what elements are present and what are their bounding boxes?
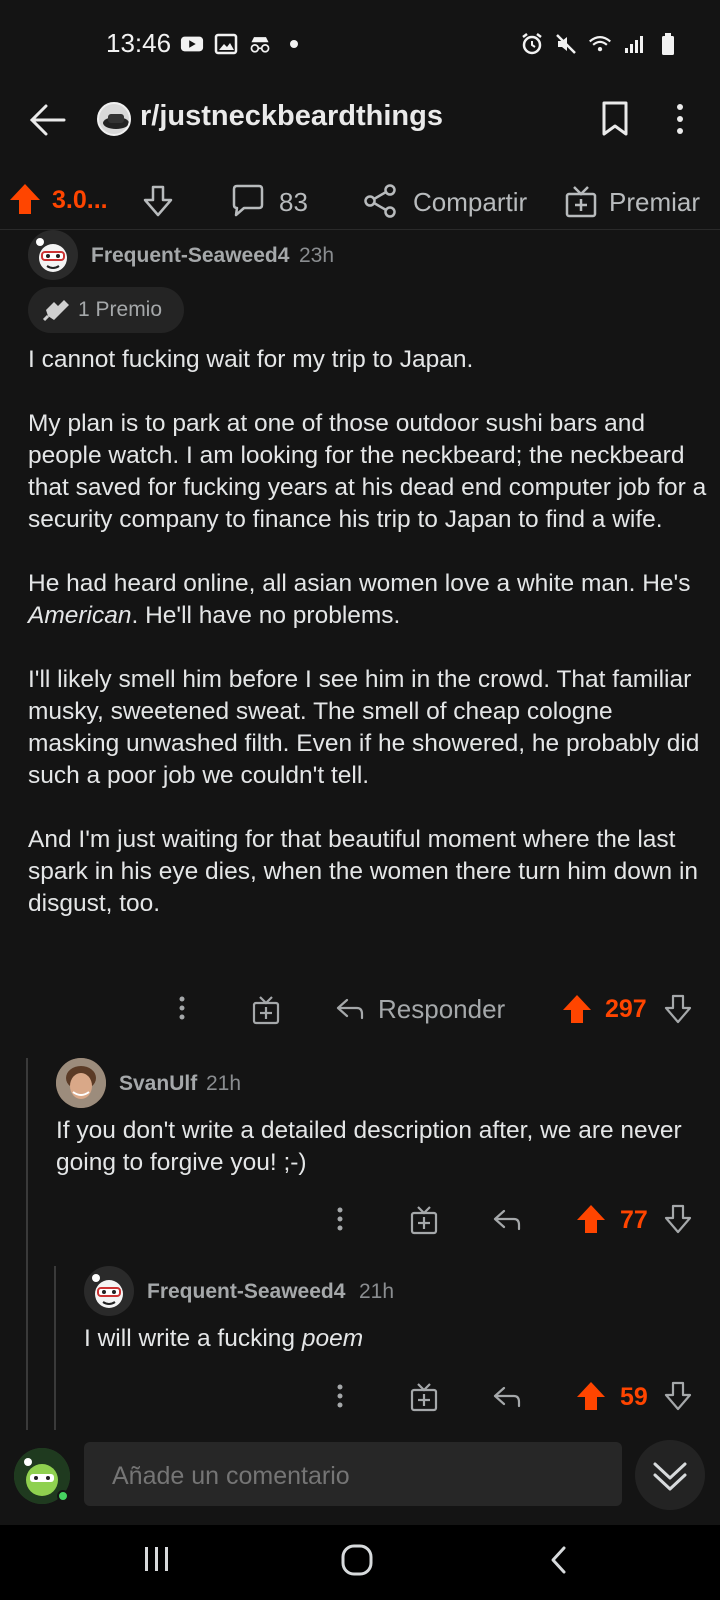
- subreddit-avatar[interactable]: [97, 102, 131, 136]
- status-icons-right: [520, 32, 680, 56]
- award-icon[interactable]: [564, 183, 598, 219]
- downvote-icon[interactable]: [664, 1204, 692, 1234]
- gift-award-icon[interactable]: [409, 1381, 439, 1413]
- helpful-award-icon: [42, 296, 72, 324]
- comment-more-icon[interactable]: [330, 1205, 350, 1235]
- share-button[interactable]: Compartir: [413, 187, 527, 218]
- avatar[interactable]: [56, 1058, 106, 1108]
- post-score: 3.0...: [52, 186, 108, 214]
- comment-score: 59: [620, 1383, 648, 1411]
- paragraph: He had heard online, all asian women lov…: [28, 568, 708, 632]
- comment-time: 21h: [206, 1072, 242, 1095]
- recents-button[interactable]: [140, 1544, 174, 1574]
- system-back-button[interactable]: [548, 1544, 570, 1576]
- alarm-icon: [520, 32, 544, 56]
- thread-line: [54, 1266, 56, 1430]
- subreddit-name[interactable]: r/justneckbeardthings: [140, 100, 443, 133]
- upvote-icon[interactable]: [575, 1203, 607, 1235]
- downvote-icon[interactable]: [664, 1381, 692, 1411]
- downvote-icon[interactable]: [664, 994, 692, 1024]
- comment-time: 23h: [299, 244, 335, 267]
- comment-author[interactable]: Frequent-Seaweed4: [147, 1280, 345, 1304]
- gift-award-icon[interactable]: [251, 994, 281, 1026]
- comment-body: I will write a fucking poem: [84, 1323, 704, 1355]
- jump-to-next-button[interactable]: [635, 1440, 705, 1510]
- award-button[interactable]: Premiar: [609, 187, 700, 218]
- comment-body: If you don't write a detailed descriptio…: [56, 1115, 706, 1179]
- text-span: I will write a fucking: [84, 1325, 302, 1352]
- reply-icon[interactable]: [335, 996, 365, 1022]
- comment-more-icon[interactable]: [172, 994, 192, 1024]
- chevron-left-icon: [551, 1546, 566, 1574]
- wifi-icon: [588, 32, 612, 56]
- back-button[interactable]: [26, 100, 70, 140]
- thread-line: [26, 1058, 28, 1430]
- gift-award-icon[interactable]: [409, 1204, 439, 1236]
- upvote-icon[interactable]: [8, 182, 42, 216]
- recents-icon: [145, 1547, 168, 1571]
- reply-button[interactable]: Responder: [378, 994, 505, 1025]
- image-icon: [214, 32, 238, 56]
- paragraph: I cannot fucking wait for my trip to Jap…: [28, 346, 474, 373]
- home-button[interactable]: [340, 1543, 374, 1577]
- paragraph: My plan is to park at one of those outdo…: [28, 410, 707, 533]
- youtube-icon: [180, 32, 204, 56]
- paragraph: I'll likely smell him before I see him i…: [28, 666, 700, 789]
- status-bar: 13:46: [0, 0, 720, 90]
- award-count: 1 Premio: [78, 298, 163, 321]
- status-time: 13:46: [106, 28, 172, 58]
- comment-more-icon[interactable]: [330, 1382, 350, 1412]
- paragraph: I will write a fucking poem: [84, 1323, 704, 1355]
- comment-author[interactable]: Frequent-Seaweed4: [91, 244, 289, 268]
- comment-icon[interactable]: [230, 183, 266, 219]
- reply-icon[interactable]: [492, 1384, 522, 1410]
- incognito-icon: [248, 32, 272, 56]
- signal-icon: [622, 32, 646, 56]
- comment-score: 297: [605, 995, 647, 1023]
- back-arrow-icon: [29, 104, 66, 136]
- downvote-icon[interactable]: [142, 184, 174, 218]
- home-icon: [341, 1544, 373, 1576]
- comment-time: 21h: [359, 1280, 395, 1303]
- text-span: He had heard online, all asian women lov…: [28, 570, 691, 597]
- avatar[interactable]: [28, 230, 78, 280]
- battery-icon: [656, 32, 680, 56]
- comments-count[interactable]: 83: [279, 187, 308, 218]
- comment-score: 77: [620, 1206, 648, 1234]
- more-options-button[interactable]: [670, 100, 690, 138]
- text-span: . He'll have no problems.: [131, 602, 401, 629]
- bookmark-icon: [602, 101, 628, 136]
- emphasis: poem: [301, 1325, 364, 1352]
- bookmark-button[interactable]: [600, 100, 630, 138]
- paragraph: And I'm just waiting for that beautiful …: [28, 826, 699, 917]
- upvote-icon[interactable]: [575, 1380, 607, 1412]
- mute-icon: [554, 32, 578, 56]
- dot-icon: [282, 32, 306, 56]
- comment-body: I cannot fucking wait for my trip to Jap…: [28, 344, 708, 920]
- reply-icon[interactable]: [492, 1207, 522, 1233]
- paragraph: If you don't write a detailed descriptio…: [56, 1117, 682, 1176]
- online-status-dot: [57, 1490, 69, 1502]
- comment-author[interactable]: SvanUlf: [119, 1072, 197, 1096]
- comment-input[interactable]: [112, 1462, 592, 1491]
- avatar[interactable]: [84, 1266, 134, 1316]
- status-icons-left: [180, 32, 306, 56]
- share-icon[interactable]: [362, 183, 398, 219]
- emphasis: American: [28, 602, 132, 629]
- upvote-icon[interactable]: [561, 993, 593, 1025]
- double-chevron-down-icon: [653, 1462, 687, 1491]
- more-vertical-icon: [677, 104, 683, 134]
